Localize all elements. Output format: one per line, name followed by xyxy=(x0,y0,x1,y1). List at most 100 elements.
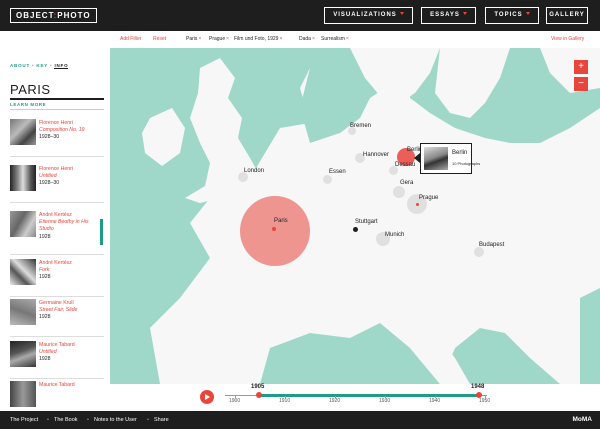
photo-artist[interactable]: Maurice Tabard xyxy=(39,382,101,389)
photo-list-item[interactable]: André Kertész Etienne Beothy in His Stud… xyxy=(10,207,104,255)
city-label-bremen: Bremen xyxy=(350,123,372,129)
photo-info: Maurice Tabard Untitled 1928 xyxy=(39,342,101,364)
divider xyxy=(10,109,104,110)
city-label-paris: Paris xyxy=(274,218,288,224)
moma-logo[interactable]: MoMA xyxy=(573,411,593,429)
city-circle-essen[interactable] xyxy=(323,175,332,184)
close-icon[interactable]: × xyxy=(279,36,282,42)
city-circle-paris[interactable] xyxy=(240,196,310,266)
photo-artist[interactable]: André Kertész xyxy=(39,212,101,219)
learn-more-link[interactable]: LEARN MORE xyxy=(10,102,46,107)
add-filter-button[interactable]: Add Filter xyxy=(120,31,141,48)
top-bar: OBJECT:PHOTO VISUALIZATIONS ESSAYS TOPIC… xyxy=(0,0,600,31)
city-label-london: London xyxy=(244,168,265,174)
nav-topics-button[interactable]: TOPICS xyxy=(485,7,539,24)
photo-date: 1928–30 xyxy=(39,180,60,187)
photo-info: Florence Henri Composition No. 19 1928–3… xyxy=(39,120,101,142)
filter-tag-label: Dada xyxy=(299,36,311,42)
play-icon[interactable] xyxy=(200,390,214,404)
footer-link-share[interactable]: Share xyxy=(154,411,169,429)
photo-title[interactable]: Etienne Beothy in His Studio xyxy=(39,219,101,233)
photo-thumbnail xyxy=(10,165,36,191)
reset-button[interactable]: Reset xyxy=(153,31,166,48)
timeline-tick-label: 1900 xyxy=(229,398,241,404)
chevron-down-icon xyxy=(525,12,530,15)
tab-about[interactable]: ABOUT xyxy=(10,63,30,68)
zoom-out-button[interactable]: − xyxy=(574,77,588,91)
timeline-tick-label: 1920 xyxy=(329,398,341,404)
footer-link-notes-to-the-user[interactable]: Notes to the User xyxy=(94,411,137,429)
photo-title[interactable]: Street Fair, Slide xyxy=(39,307,101,314)
photo-title[interactable]: Untitled xyxy=(39,173,101,180)
timeline-tick-label: 1910 xyxy=(279,398,291,404)
close-icon[interactable]: × xyxy=(198,36,201,42)
scrollbar-thumb[interactable] xyxy=(100,219,103,245)
timeline-tick-label: 1950 xyxy=(479,398,491,404)
black-sea xyxy=(580,288,600,384)
photo-thumbnail xyxy=(10,259,36,285)
city-label-munich: Munich xyxy=(385,232,405,238)
nav-essays-button[interactable]: ESSAYS xyxy=(421,7,476,24)
footer: The Project • The Book • Notes to the Us… xyxy=(0,411,600,429)
timeline-tick-label: 1940 xyxy=(429,398,441,404)
nav-visualizations-button[interactable]: VISUALIZATIONS xyxy=(324,7,413,24)
city-label-stuttgart: Stuttgart xyxy=(355,219,378,225)
nav-label: GALLERY xyxy=(549,12,585,18)
tab-key[interactable]: KEY xyxy=(36,63,48,68)
photo-list-item[interactable]: Maurice Tabard xyxy=(10,377,104,411)
photo-list-item[interactable]: Maurice Tabard Untitled 1928 xyxy=(10,337,104,379)
city-circle-budapest[interactable] xyxy=(474,247,484,257)
nav-gallery-button[interactable]: GALLERY xyxy=(546,7,588,24)
photo-artist[interactable]: André Kertész xyxy=(39,260,101,267)
site-logo[interactable]: OBJECT:PHOTO xyxy=(10,8,97,23)
photo-date: 1928–30 xyxy=(39,134,60,141)
photo-artist[interactable]: Florence Henri xyxy=(39,120,101,127)
filter-tag-dada[interactable]: Dada× xyxy=(299,31,315,48)
close-icon[interactable]: × xyxy=(226,36,229,42)
timeline: 1905 1948 1900 1910 1920 1930 1940 1950 xyxy=(110,384,600,411)
timeline-selected-range xyxy=(259,394,479,397)
close-icon[interactable]: × xyxy=(312,36,315,42)
city-tooltip[interactable]: Berlin 10 Photographs xyxy=(420,143,480,174)
view-in-gallery-link[interactable]: View in Gallery xyxy=(551,31,584,48)
nav-label: VISUALIZATIONS xyxy=(333,12,397,18)
photo-date: 1928 xyxy=(39,233,51,240)
city-circle-stuttgart[interactable] xyxy=(353,227,358,232)
filter-tag-label: Paris xyxy=(186,36,198,42)
footer-separator: • xyxy=(47,417,49,423)
photo-list-item[interactable]: André Kertész Fork 1928 xyxy=(10,255,104,297)
sidebar-tabs: ABOUT • KEY • INFO xyxy=(10,63,70,69)
logo-text-right: PHOTO xyxy=(57,11,91,20)
timeline-start-handle[interactable] xyxy=(256,392,262,398)
photo-date: 1928 xyxy=(39,274,51,281)
filter-bar: Add Filter Reset Paris× Prague× Film und… xyxy=(110,31,600,48)
photo-list-item[interactable]: Florence Henri Composition No. 19 1928–3… xyxy=(10,115,104,157)
timeline-tick-label: 1930 xyxy=(379,398,391,404)
photo-title[interactable]: Untitled xyxy=(39,349,101,356)
close-icon[interactable]: × xyxy=(346,36,349,42)
map-canvas xyxy=(110,48,600,384)
footer-link-the-project[interactable]: The Project xyxy=(10,411,38,429)
photo-title[interactable]: Fork xyxy=(39,267,101,274)
photo-artist[interactable]: Florence Henri xyxy=(39,166,101,173)
photo-list-item[interactable]: Florence Henri Untitled 1928–30 xyxy=(10,161,104,203)
footer-link-the-book[interactable]: The Book xyxy=(54,411,78,429)
photo-artist[interactable]: Germaine Krull xyxy=(39,300,101,307)
filter-tag-prague[interactable]: Prague× xyxy=(209,31,229,48)
photo-artist[interactable]: Maurice Tabard xyxy=(39,342,101,349)
city-circle-gera[interactable] xyxy=(393,186,405,198)
filter-tag-paris[interactable]: Paris× xyxy=(186,31,201,48)
zoom-in-button[interactable]: + xyxy=(574,60,588,74)
tooltip-city: Berlin xyxy=(452,150,468,156)
tab-separator: • xyxy=(32,63,35,68)
photo-thumbnail xyxy=(10,299,36,325)
photo-title[interactable]: Composition No. 19 xyxy=(39,127,101,134)
tab-info[interactable]: INFO xyxy=(54,63,69,69)
filter-tag-surrealism[interactable]: Surrealism× xyxy=(321,31,349,48)
filter-tag-film-und-foto[interactable]: Film und Foto, 1929× xyxy=(234,31,282,48)
chevron-down-icon xyxy=(462,12,467,15)
map-view[interactable]: Paris London Bremen Hannover Berlin Esse… xyxy=(110,48,600,384)
city-dot-paris xyxy=(272,227,276,231)
photo-list-item[interactable]: Germaine Krull Street Fair, Slide 1928 xyxy=(10,295,104,337)
photo-info: Florence Henri Untitled 1928–30 xyxy=(39,166,101,188)
